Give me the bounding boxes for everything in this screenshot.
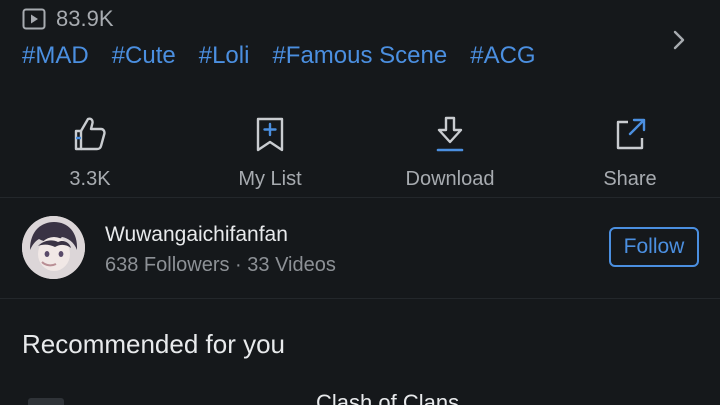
bookmark-add-icon: [250, 114, 290, 154]
video-title[interactable]: Clash of Clans: [316, 390, 459, 405]
divider: [0, 197, 720, 198]
like-button[interactable]: 3.3K: [0, 100, 180, 196]
action-bar: 3.3K My List Download Share: [0, 100, 720, 196]
view-count: 83.9K: [56, 6, 114, 31]
tag-item[interactable]: #MAD: [22, 42, 89, 70]
avatar[interactable]: [22, 216, 85, 279]
tag-item[interactable]: #ACG: [470, 42, 535, 70]
video-detail-panel: 83.9K #MAD #Cute #Loli #Famous Scene #AC…: [0, 0, 720, 405]
follow-button[interactable]: Follow: [609, 227, 699, 267]
download-label: Download: [405, 168, 495, 190]
view-count-row: 83.9K: [22, 6, 114, 32]
section-title: Recommended for you: [22, 329, 286, 359]
share-button[interactable]: Share: [540, 100, 720, 196]
my-list-label: My List: [238, 168, 302, 190]
tag-item[interactable]: #Famous Scene: [272, 42, 447, 70]
download-button[interactable]: Download: [360, 100, 540, 196]
tag-item[interactable]: #Cute: [112, 42, 176, 70]
tag-list: #MAD #Cute #Loli #Famous Scene #ACG: [22, 42, 536, 70]
chevron-right-icon[interactable]: [668, 26, 692, 54]
play-count-icon: [22, 8, 46, 30]
uploader-name[interactable]: Wuwangaichifanfan: [105, 223, 288, 247]
my-list-button[interactable]: My List: [180, 100, 360, 196]
thumbs-up-icon: [70, 114, 110, 154]
share-label: Share: [603, 168, 657, 190]
divider: [0, 298, 720, 299]
download-icon: [430, 114, 470, 154]
tag-item[interactable]: #Loli: [199, 42, 250, 70]
video-thumbnail[interactable]: [28, 398, 64, 405]
share-icon: [610, 114, 650, 154]
uploader-stats: 638 Followers · 33 Videos: [105, 254, 336, 276]
like-count: 3.3K: [69, 168, 111, 190]
